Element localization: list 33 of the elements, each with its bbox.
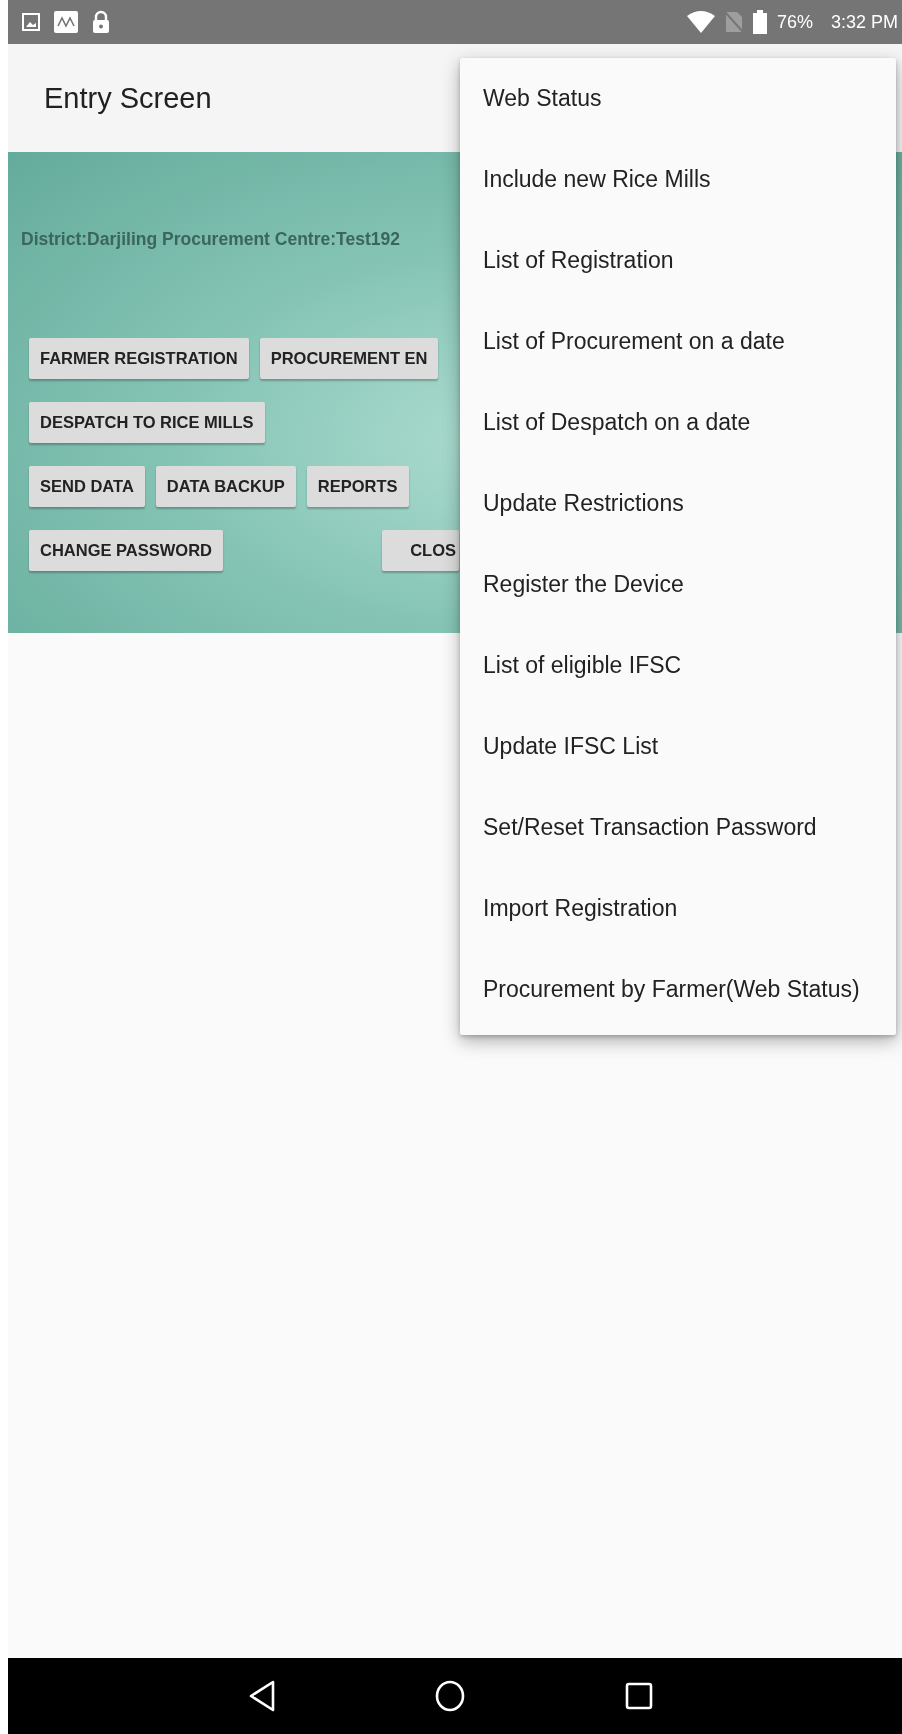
menu-item[interactable]: List of eligible IFSC [460,625,896,706]
battery-icon [752,10,767,34]
screen-title: Entry Screen [44,81,212,115]
menu-item[interactable]: List of Procurement on a date [460,301,896,382]
recents-icon[interactable] [625,1682,653,1710]
battery-percentage: 76% [776,11,813,33]
menu-item[interactable]: Update IFSC List [460,706,896,787]
clock-time: 3:32 PM [830,11,898,33]
action-button[interactable]: DESPATCH TO RICE MILLS [29,402,265,443]
menu-item[interactable]: Web Status [460,58,896,139]
menu-item[interactable]: Register the Device [460,544,896,625]
action-button[interactable]: DATA BACKUP [155,466,296,507]
action-button[interactable]: CLOS [382,530,459,571]
no-sim-icon [724,11,743,33]
menu-item[interactable]: List of Despatch on a date [460,382,896,463]
menu-item[interactable]: List of Registration [460,220,896,301]
mountain-icon [54,11,78,33]
menu-item[interactable]: Include new Rice Mills [460,139,896,220]
menu-item[interactable]: Update Restrictions [460,463,896,544]
home-icon[interactable] [435,1680,465,1712]
district-centre-info: District:Darjiling Procurement Centre:Test192 [21,229,400,250]
menu-item[interactable]: Import Registration [460,868,896,949]
menu-item[interactable]: Procurement by Farmer(Web Status) [460,949,896,1030]
menu-item[interactable]: Set/Reset Transaction Password [460,787,896,868]
action-button[interactable]: REPORTS [306,466,409,507]
action-button[interactable]: FARMER REGISTRATION [29,338,249,379]
back-icon[interactable] [249,1680,275,1712]
lock-icon [92,10,110,34]
action-button[interactable]: CHANGE PASSWORD [29,530,224,571]
wifi-icon [686,11,715,33]
action-button[interactable]: PROCUREMENT EN [259,338,439,379]
action-button[interactable]: SEND DATA [29,466,145,507]
image-icon [22,13,40,31]
